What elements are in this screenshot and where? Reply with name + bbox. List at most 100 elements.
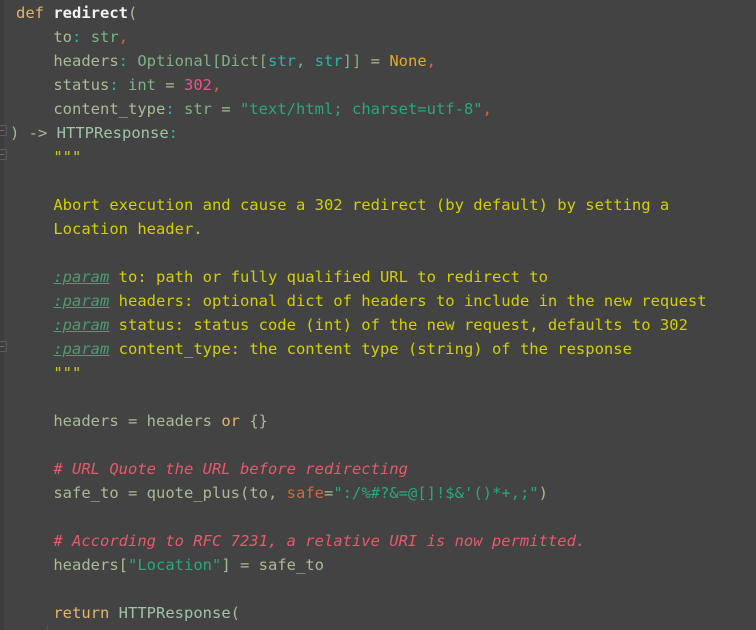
docstring-param-tag: :param: [53, 316, 110, 334]
kwarg-equals: =: [324, 484, 334, 502]
docstring-param-to: to: path or fully qualified URL to redir…: [118, 268, 548, 286]
keyword-return: return: [53, 604, 110, 622]
class-httpresponse: HTTPResponse: [118, 604, 231, 622]
code-line-docstring-close[interactable]: """: [0, 361, 756, 385]
code-line-param-content-type[interactable]: content_type: str = "text/html; charset=…: [0, 97, 756, 121]
code-line-docstring-open[interactable]: """: [0, 145, 756, 169]
comma: ,: [118, 28, 129, 46]
param-name-status: status: [53, 76, 110, 94]
close-paren: ): [538, 484, 548, 502]
close-bracket: ]: [221, 556, 231, 574]
comma: ,: [482, 100, 492, 118]
code-line-param-doc-content-type[interactable]: :param content_type: the content type (s…: [0, 337, 756, 361]
code-line-safe-to[interactable]: safe_to = quote_plus(to, safe=":/%#?&=@[…: [0, 481, 756, 505]
param-type-str-a: str: [268, 52, 296, 70]
comment-rfc: # According to RFC 7231, a relative URI …: [53, 532, 586, 550]
equals: =: [361, 52, 390, 70]
equals: =: [118, 484, 147, 502]
colon: :: [109, 76, 119, 94]
param-name-to: to: [53, 28, 72, 46]
code-line-param-headers[interactable]: headers: Optional[Dict[str, str]] = None…: [0, 49, 756, 73]
keyword-or: or: [221, 412, 240, 430]
param-type-prefix: Optional[Dict[: [137, 52, 268, 70]
comma: ,: [212, 76, 222, 94]
docstring-param-tag: :param: [53, 292, 110, 310]
docstring-summary-1: Abort execution and cause a 302 redirect…: [53, 196, 670, 214]
code-line-param-status[interactable]: status: int = 302,: [0, 73, 756, 97]
param-default-302: 302: [184, 76, 213, 94]
function-name: redirect: [53, 4, 128, 22]
code-line-param-doc-to[interactable]: :param to: path or fully qualified URL t…: [0, 265, 756, 289]
code-line-location-assign[interactable]: headers["Location"] = safe_to: [0, 553, 756, 577]
colon: :: [118, 52, 128, 70]
param-type-int: int: [128, 76, 157, 94]
param-default-content-type: "text/html; charset=utf-8": [240, 100, 483, 118]
equals: =: [156, 76, 185, 94]
var-headers-rhs: headers: [146, 412, 212, 430]
var-headers: headers: [53, 412, 119, 430]
param-type-str-b: str: [314, 52, 343, 70]
param-name-content-type: content_type: [53, 100, 166, 118]
comma: ,: [268, 484, 287, 502]
comment-url-quote: # URL Quote the URL before redirecting: [53, 460, 408, 478]
code-line-def[interactable]: def redirect(: [0, 1, 756, 25]
docstring-param-status: status: status code (int) of the new req…: [118, 316, 688, 334]
code-line-docstring-summary-2[interactable]: Location header.: [0, 217, 756, 241]
call-quote-plus: quote_plus: [146, 484, 240, 502]
param-type-str: str: [184, 100, 212, 118]
code-line-blank[interactable]: [0, 385, 756, 409]
code-line-param-doc-headers[interactable]: :param headers: optional dict of headers…: [0, 289, 756, 313]
comma: ,: [426, 52, 437, 70]
code-line-blank[interactable]: [0, 505, 756, 529]
var-safe-to: safe_to: [53, 484, 119, 502]
open-paren: (: [239, 484, 250, 502]
code-line-comment-rfc[interactable]: # According to RFC 7231, a relative URI …: [0, 529, 756, 553]
empty-dict: {}: [249, 412, 269, 430]
docstring-close-quotes: """: [53, 364, 82, 382]
code-line-docstring-summary-1[interactable]: Abort execution and cause a 302 redirect…: [0, 193, 756, 217]
code-line-blank[interactable]: [0, 241, 756, 265]
colon: :: [165, 100, 175, 118]
type-separator: ,: [296, 52, 315, 70]
key-location: "Location": [128, 556, 222, 574]
docstring-param-content-type: content_type: the content type (string) …: [118, 340, 632, 358]
code-content[interactable]: def redirect( to: str, headers: Optional…: [0, 0, 756, 630]
kwarg-safe-value: ":/%#?&=@[]!$&'()*+,;": [333, 484, 539, 502]
open-paren: (: [128, 4, 138, 22]
code-line-signature-close[interactable]: ) -> HTTPResponse:: [0, 121, 756, 145]
code-editor[interactable]: def redirect( to: str, headers: Optional…: [0, 0, 756, 630]
docstring-param-tag: :param: [53, 268, 110, 286]
code-line-blank[interactable]: [0, 169, 756, 193]
docstring-param-headers: headers: optional dict of headers to inc…: [118, 292, 707, 310]
param-type-to: str: [90, 28, 119, 46]
code-line-return-args[interactable]: status=status, headers=headers, content_…: [0, 625, 756, 630]
keyword-def: def: [16, 4, 44, 22]
code-line-blank[interactable]: [0, 433, 756, 457]
equals: =: [118, 412, 147, 430]
return-arrow: ->: [19, 124, 57, 142]
open-bracket: [: [118, 556, 128, 574]
return-type: HTTPResponse: [56, 124, 169, 142]
code-line-headers-default[interactable]: headers = headers or {}: [0, 409, 756, 433]
var-safe-to: safe_to: [258, 556, 324, 574]
var-headers: headers: [53, 556, 119, 574]
close-paren: ): [10, 124, 20, 142]
docstring-param-tag: :param: [53, 340, 110, 358]
colon: :: [72, 28, 82, 46]
kwarg-safe: safe: [286, 484, 324, 502]
code-line-param-doc-status[interactable]: :param status: status code (int) of the …: [0, 313, 756, 337]
equals: =: [212, 100, 240, 118]
param-default-none: None: [389, 52, 427, 70]
indent-guide: [47, 625, 48, 630]
code-line-return[interactable]: return HTTPResponse(: [0, 601, 756, 625]
equals: =: [230, 556, 259, 574]
docstring-open-quotes: """: [53, 148, 82, 166]
code-line-param-to[interactable]: to: str,: [0, 25, 756, 49]
param-name-headers: headers: [53, 52, 119, 70]
param-type-suffix: ]]: [342, 52, 362, 70]
open-paren: (: [230, 604, 240, 622]
code-line-blank[interactable]: [0, 577, 756, 601]
arg-to: to: [249, 484, 268, 502]
docstring-summary-2: Location header.: [53, 220, 203, 238]
code-line-comment-url-quote[interactable]: # URL Quote the URL before redirecting: [0, 457, 756, 481]
